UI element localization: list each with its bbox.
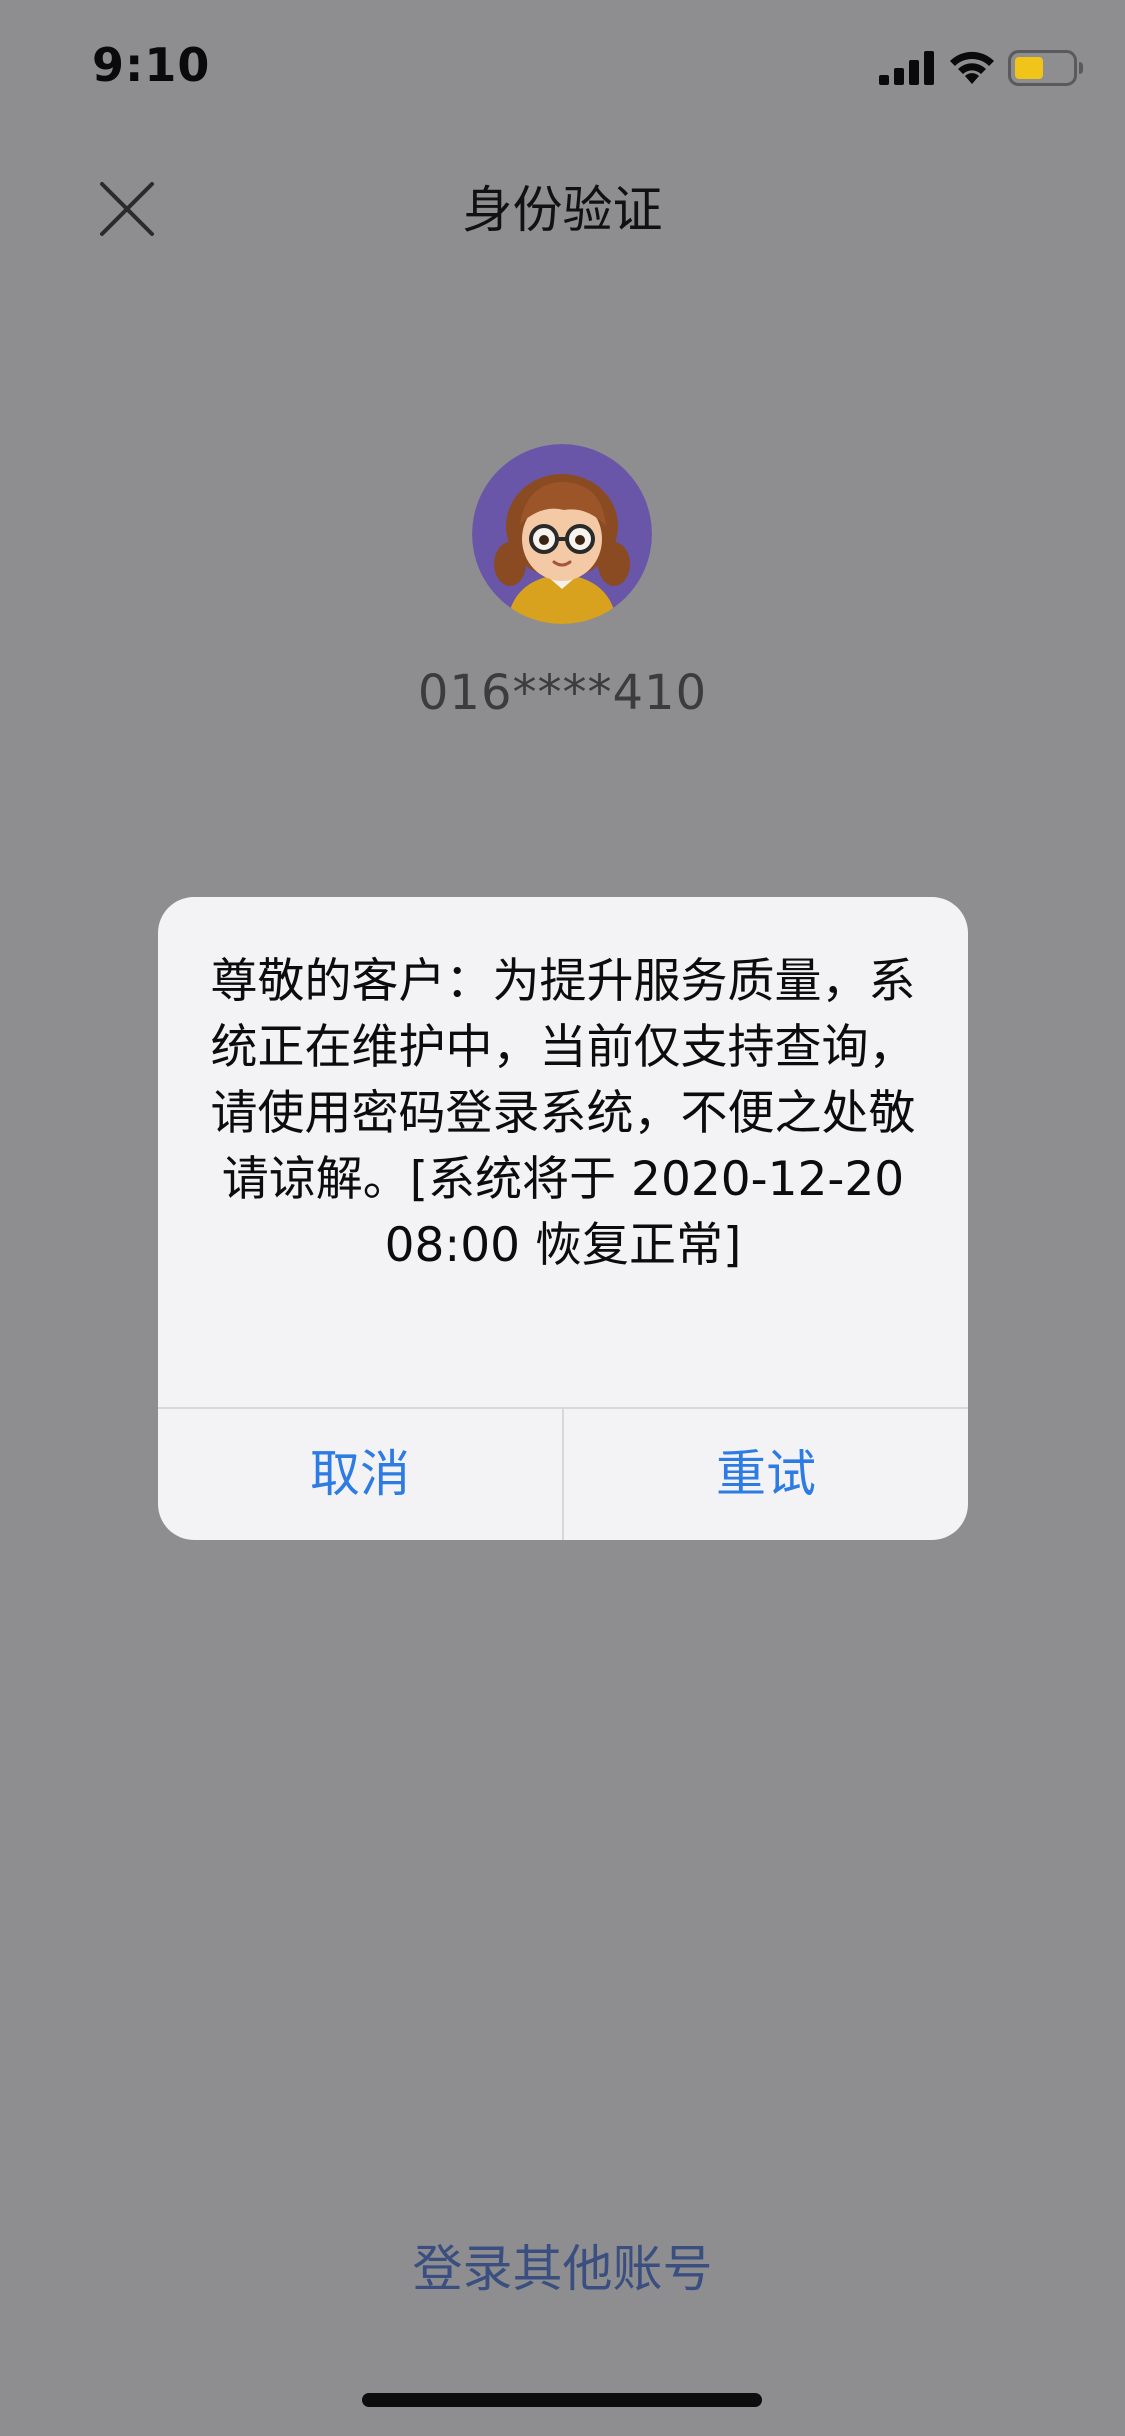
home-indicator[interactable] — [362, 2393, 762, 2407]
signal-icon — [879, 51, 934, 85]
avatar — [472, 444, 652, 624]
status-time: 9:10 — [92, 38, 211, 92]
other-account-link[interactable]: 登录其他账号 — [0, 2236, 1125, 2302]
cancel-button[interactable]: 取消 — [158, 1409, 562, 1540]
alert-dialog: 尊敬的客户：为提升服务质量，系统正在维护中，当前仅支持查询，请使用密码登录系统，… — [158, 897, 968, 1540]
account-number: 016****410 — [417, 665, 708, 721]
wifi-icon — [950, 51, 994, 84]
alert-message: 尊敬的客户：为提升服务质量，系统正在维护中，当前仅支持查询，请使用密码登录系统，… — [210, 954, 916, 1273]
battery-icon — [1008, 50, 1083, 86]
page-title: 身份验证 — [462, 181, 663, 239]
retry-button[interactable]: 重试 — [564, 1409, 968, 1540]
status-bar: 9:10 — [0, 0, 1125, 132]
